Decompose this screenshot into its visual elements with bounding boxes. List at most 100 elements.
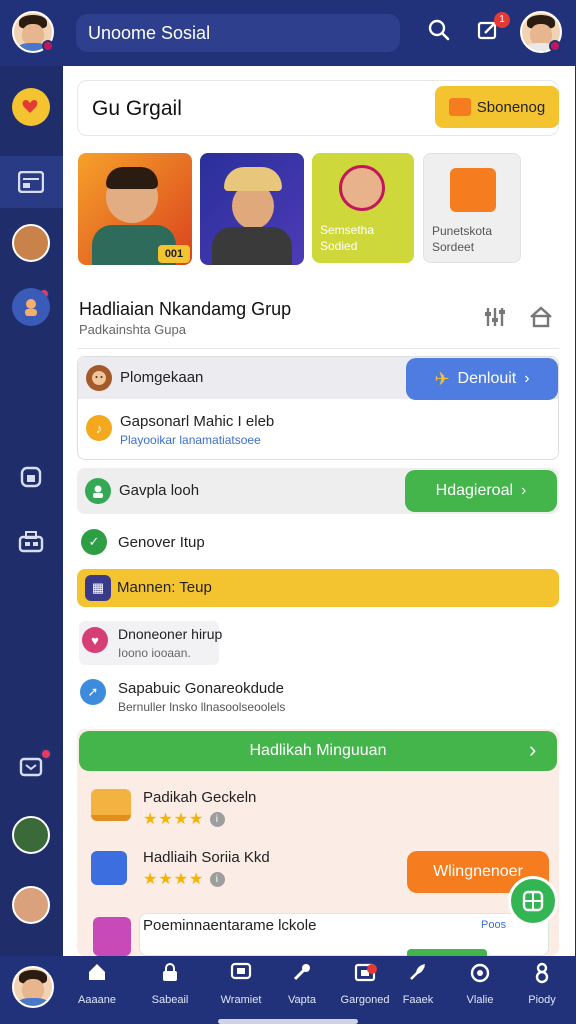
promo-card: Plomgekaan ✈ Denlouit › ♪ Gapsonarl Mahi… xyxy=(77,356,559,460)
nav-item-feather[interactable]: Faaek xyxy=(387,962,449,1006)
music-title: Gapsonarl Mahic I eleb xyxy=(120,413,275,430)
group-action-label: Sbonenog xyxy=(476,98,546,116)
camera-icon xyxy=(449,962,511,990)
gift-icon xyxy=(93,917,131,956)
sidebar-item-contact-2[interactable] xyxy=(12,886,50,924)
couple-card: Gavpla looh Hdagieroal › xyxy=(77,468,559,514)
people-icon xyxy=(85,478,111,504)
reward-title-2: Hadliaih Soriia Kkd xyxy=(143,849,270,866)
couple-label: Gavpla looh xyxy=(119,482,200,499)
sidebar-item-friends[interactable] xyxy=(12,224,50,262)
rewards-header-label: Hadlikah Minguuan xyxy=(249,742,387,759)
sidebar-item-hearts[interactable] xyxy=(12,88,50,126)
nav-label: Piody xyxy=(528,994,556,1006)
nav-item-tv[interactable]: Wramiet xyxy=(210,962,272,1006)
section-title: Hadliaian Nkandamg Grup xyxy=(79,299,292,319)
couple-action-button[interactable]: Hdagieroal › xyxy=(405,470,557,512)
sapabuic-subtitle: Bernuller lnsko llnasoolseoolels xyxy=(118,700,286,714)
nav-label: Vlalie xyxy=(466,994,494,1006)
sidebar xyxy=(0,66,63,956)
compass-icon: ➚ xyxy=(80,679,106,705)
thumb-label-line2: Sordeet xyxy=(432,240,475,254)
sidebar-item-contact-1[interactable] xyxy=(12,816,50,854)
lock-icon xyxy=(139,962,201,990)
bottom-profile-avatar[interactable] xyxy=(12,966,54,1008)
media-thumb-1[interactable]: 001 xyxy=(78,153,192,265)
sidebar-item-groups[interactable] xyxy=(12,288,50,326)
nav-label: Faaek xyxy=(402,994,434,1006)
status-dot xyxy=(42,40,54,52)
genover-label[interactable]: Genover Itup xyxy=(118,534,205,551)
chevron-right-icon: › xyxy=(529,737,537,762)
couple-action-label: Hdagieroal xyxy=(435,482,514,499)
download-label: Denlouit xyxy=(457,370,517,387)
group-title: Gu Grgail xyxy=(92,97,182,120)
drummer-subtitle: Ioono iooaan. xyxy=(118,646,191,660)
heart-icon: ♥ xyxy=(82,627,108,653)
music-subtitle: Playooikar lanamatiatsoee xyxy=(120,433,261,447)
notification-badge: 1 xyxy=(494,12,510,28)
person-hair xyxy=(106,167,158,189)
nav-item-home[interactable]: Aaaane xyxy=(66,962,128,1006)
reward-title-1: Padikah Geckeln xyxy=(143,789,257,806)
tools-icon xyxy=(271,962,333,990)
cake-icon xyxy=(91,789,131,821)
music-icon: ♪ xyxy=(86,415,112,441)
check-icon: ✓ xyxy=(81,529,107,555)
floating-action-button[interactable] xyxy=(508,876,558,926)
feather-icon xyxy=(387,962,449,990)
cube-icon xyxy=(91,851,127,885)
nav-label: Aaaane xyxy=(78,994,116,1006)
bottom-nav: Aaaane Sabeail Wramiet Vapta Gargoned Fa… xyxy=(0,956,576,1024)
media-thumb-4[interactable]: Punetskota Sordeet xyxy=(423,153,521,263)
divider xyxy=(77,348,559,349)
nav-label: Sabeail xyxy=(151,994,189,1006)
group-action-button[interactable]: Sbonenog xyxy=(435,86,559,128)
thumb-badge: 001 xyxy=(158,245,190,263)
sidebar-item-feed[interactable] xyxy=(12,163,50,201)
app-title-search[interactable]: Unoome Sosial xyxy=(76,14,400,52)
nav-item-lock[interactable]: Sabeail xyxy=(139,962,201,1006)
yellow-banner[interactable]: ▦ Mannen: Teup xyxy=(77,569,559,607)
rewards-panel: Hadlikah Minguuan › Padikah Geckeln ★★★★… xyxy=(77,729,559,956)
thumb-label-line2: Sodied xyxy=(320,239,358,253)
info-icon[interactable]: i xyxy=(209,872,225,888)
sapabuic-title[interactable]: Sapabuic Gonareokdude xyxy=(118,680,284,697)
info-icon[interactable]: i xyxy=(209,812,225,828)
monkey-icon xyxy=(86,365,112,391)
partial-progress xyxy=(407,949,487,956)
nav-label: Wramiet xyxy=(220,994,262,1006)
chevron-right-icon: › xyxy=(524,370,530,387)
chevron-right-icon: › xyxy=(521,482,527,499)
calendar-icon: ▦ xyxy=(85,575,111,601)
nav-item-profile[interactable]: Piody xyxy=(511,962,573,1006)
main-panel: Gu Grgail Sbonenog 001 Semsetha Sodied P… xyxy=(63,66,575,956)
avatar-circle xyxy=(339,165,385,211)
reward-action-label: Wlingnenoer xyxy=(433,863,523,880)
sidebar-item-marketplace[interactable] xyxy=(12,458,50,496)
home-icon xyxy=(66,962,128,990)
nav-gift-badge xyxy=(367,964,377,974)
thumb-label-line1: Semsetha xyxy=(320,223,375,237)
hat-shape xyxy=(224,167,282,191)
media-thumb-3[interactable]: Semsetha Sodied xyxy=(312,153,414,263)
nav-item-camera[interactable]: Vlalie xyxy=(449,962,511,1006)
promo-label: Plomgekaan xyxy=(120,369,204,386)
partial-link[interactable]: Poos xyxy=(481,919,506,931)
filter-icon[interactable] xyxy=(483,306,507,333)
drummer-title[interactable]: Dnoneoner hirup xyxy=(118,626,222,642)
gift-icon xyxy=(450,168,496,212)
profile-status-dot xyxy=(549,40,561,52)
banner-label: Mannen: Teup xyxy=(117,579,212,596)
rewards-header-button[interactable]: Hadlikah Minguuan xyxy=(79,731,557,771)
home-icon[interactable] xyxy=(529,306,553,333)
nav-item-tools[interactable]: Vapta xyxy=(271,962,333,1006)
media-thumb-2[interactable] xyxy=(200,153,304,265)
download-button[interactable]: ✈ Denlouit › xyxy=(406,358,558,400)
home-indicator xyxy=(218,1019,358,1024)
thumb-label-line1: Punetskota xyxy=(432,224,493,238)
section-subtitle: Padkainshta Gupa xyxy=(79,322,186,337)
sidebar-item-games[interactable] xyxy=(12,523,50,561)
bird-icon: ✈ xyxy=(434,368,450,389)
search-icon[interactable] xyxy=(427,18,451,48)
